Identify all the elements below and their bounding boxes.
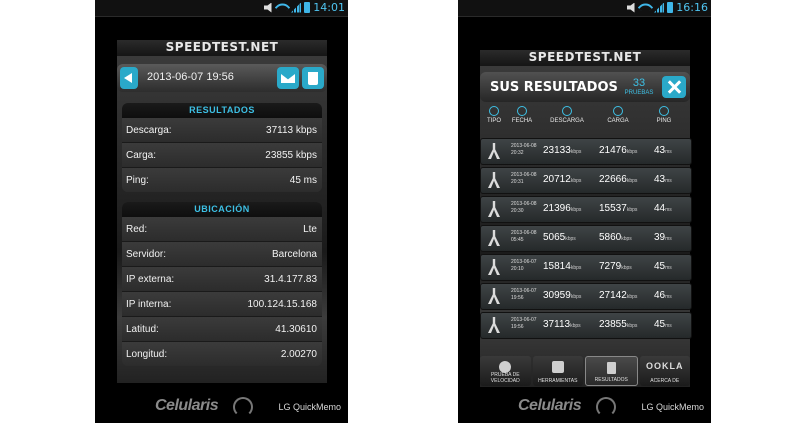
result-row[interactable]: 2013-06-08 20:31 20712kbps 22666kbps 43ms bbox=[480, 167, 692, 194]
sound-icon bbox=[264, 2, 272, 13]
bottom-tab-bar: PRUEBA DE VELOCIDAD HERRAMIENTAS RESULTA… bbox=[480, 356, 690, 386]
result-row-upload: Carga: 23855 kbps bbox=[122, 143, 322, 168]
antenna-icon bbox=[488, 143, 500, 159]
delete-button[interactable] bbox=[302, 67, 324, 89]
column-date[interactable]: FECHA bbox=[502, 106, 542, 124]
tab-speed-test[interactable]: PRUEBA DE VELOCIDAD bbox=[480, 356, 531, 386]
location-panel: UBICACIÓN Red: Lte Servidor: Barcelona IP … bbox=[122, 202, 322, 366]
result-row-download: Descarga: 37113 kbps bbox=[122, 118, 322, 143]
phone-left: 14:01 SPEEDTEST.NET 2013-06-07 19:56 RES… bbox=[95, 0, 348, 423]
result-row[interactable]: 2013-06-07 20:10 15814kbps 7279kbps 45ms bbox=[480, 254, 692, 281]
watermark: Celularis bbox=[155, 397, 219, 414]
battery-icon bbox=[667, 2, 673, 13]
location-row-longitude: Longitud: 2.00270 bbox=[122, 342, 322, 366]
quickmemo-label: LG QuickMemo bbox=[641, 402, 704, 412]
ping-icon bbox=[659, 106, 669, 116]
results-header: RESULTADOS bbox=[122, 103, 322, 118]
sound-icon bbox=[627, 2, 635, 13]
location-row-latitude: Latitud: 41.30610 bbox=[122, 317, 322, 342]
antenna-icon bbox=[488, 201, 500, 217]
location-row-external-ip: IP externa: 31.4.177.83 bbox=[122, 267, 322, 292]
result-row[interactable]: 2013-06-07 19:56 37113kbps 23855kbps 45ms bbox=[480, 312, 692, 339]
result-date: 2013-06-07 19:56 bbox=[147, 71, 234, 83]
location-row-network: Red: Lte bbox=[122, 217, 322, 242]
antenna-icon bbox=[488, 317, 500, 333]
calendar-icon bbox=[517, 106, 527, 116]
column-download[interactable]: DESCARGA bbox=[547, 106, 587, 124]
antenna-icon bbox=[488, 288, 500, 304]
back-button[interactable] bbox=[120, 67, 138, 89]
location-header: UBICACIÓN bbox=[122, 202, 322, 217]
results-panel: RESULTADOS Descarga: 37113 kbps Carga: 238… bbox=[122, 103, 322, 192]
antenna-icon bbox=[488, 172, 500, 188]
status-time: 14:01 bbox=[313, 1, 345, 14]
result-row[interactable]: 2013-06-08 05:45 5065kbps 5860kbps 39ms bbox=[480, 225, 692, 252]
upload-icon bbox=[613, 106, 623, 116]
tab-results[interactable]: RESULTADOS bbox=[585, 356, 638, 386]
wifi-icon bbox=[274, 0, 291, 16]
column-ping[interactable]: PING bbox=[644, 106, 684, 124]
signal-icon bbox=[291, 2, 301, 13]
antenna-icon bbox=[488, 259, 500, 275]
signal-icon bbox=[654, 2, 664, 13]
type-icon bbox=[489, 106, 499, 116]
status-bar: 14:01 bbox=[95, 0, 348, 17]
wifi-icon bbox=[637, 0, 654, 16]
result-row[interactable]: 2013-06-08 20:32 23133kbps 21476kbps 43ms bbox=[480, 138, 692, 165]
status-time: 16:16 bbox=[676, 1, 708, 14]
quickmemo-label: LG QuickMemo bbox=[278, 402, 341, 412]
app-title: SPEEDTEST.NET bbox=[480, 50, 690, 66]
location-row-server: Servidor: Barcelona bbox=[122, 242, 322, 267]
watermark-logo-icon bbox=[233, 397, 253, 417]
tab-about[interactable]: OOKLA ACERCA DE bbox=[639, 356, 690, 386]
results-header-bar: SUS RESULTADOS 33 PRUEBAS bbox=[480, 72, 690, 102]
location-row-internal-ip: IP interna: 100.124.15.168 bbox=[122, 292, 322, 317]
result-nav-bar: 2013-06-07 19:56 bbox=[117, 64, 327, 92]
result-row[interactable]: 2013-06-08 20:30 21396kbps 15537kbps 44ms bbox=[480, 196, 692, 223]
phone-right: 16:16 SPEEDTEST.NET SUS RESULTADOS 33 PR… bbox=[458, 0, 711, 423]
antenna-icon bbox=[488, 230, 500, 246]
gear-icon bbox=[551, 361, 564, 373]
watermark-logo-icon bbox=[596, 397, 616, 417]
watermark: Celularis bbox=[518, 397, 582, 414]
results-title: SUS RESULTADOS bbox=[490, 80, 618, 95]
share-mail-button[interactable] bbox=[277, 67, 299, 89]
download-icon bbox=[562, 106, 572, 116]
test-count: 33 PRUEBAS bbox=[624, 77, 654, 96]
column-upload[interactable]: CARGA bbox=[598, 106, 638, 124]
battery-icon bbox=[304, 2, 310, 13]
app-title: SPEEDTEST.NET bbox=[117, 40, 327, 56]
ookla-logo: OOKLA bbox=[646, 361, 684, 371]
close-button[interactable] bbox=[662, 76, 686, 98]
result-row[interactable]: 2013-06-07 19:56 30959kbps 27142kbps 46ms bbox=[480, 283, 692, 310]
status-bar: 16:16 bbox=[458, 0, 711, 17]
document-icon bbox=[607, 362, 617, 374]
tab-tools[interactable]: HERRAMIENTAS bbox=[532, 356, 583, 386]
result-row-ping: Ping: 45 ms bbox=[122, 168, 322, 192]
